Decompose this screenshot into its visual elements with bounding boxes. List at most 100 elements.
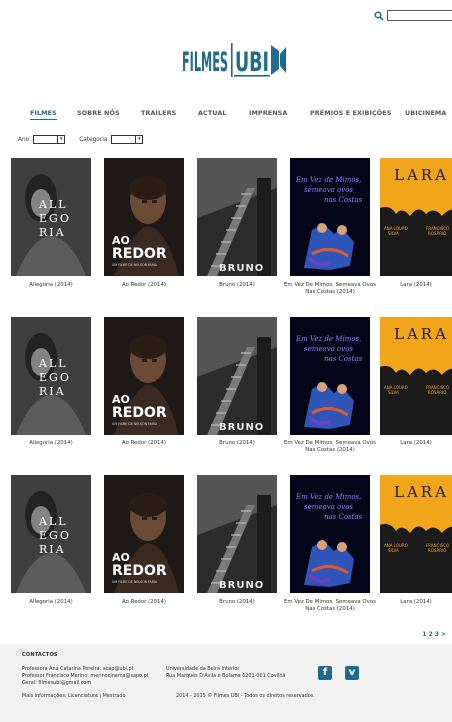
poster-text: RIA <box>39 226 66 239</box>
poster-text: UM FILME DE NELSON FARIA <box>112 263 158 267</box>
nav-item-premios[interactable]: PRÉMIOS E EXIBIÇÕES <box>310 109 391 117</box>
film-title[interactable]: Ao Redor (2014) <box>96 282 192 289</box>
poster-text: SILVA <box>388 390 399 395</box>
poster-text: UM FILME DE NELSON FARIA <box>112 422 158 426</box>
film-title[interactable]: Allegoria (2014) <box>3 440 99 447</box>
pagination: 1 2 3 > <box>422 631 446 638</box>
year-select[interactable]: ▾ <box>33 135 66 144</box>
contact-line-1[interactable]: Professora Ana Catarina Pereira: acap@ub… <box>22 666 134 672</box>
nav-item-sobre-nos[interactable]: SOBRE NÓS <box>77 109 120 117</box>
poster-text: ALL <box>38 515 68 528</box>
nav-item-imprensa[interactable]: IMPRENSA <box>249 109 287 117</box>
film-poster[interactable]: BRUNO <box>197 475 277 593</box>
poster-text: REDOR <box>112 246 167 262</box>
poster-text: nas Costas <box>324 355 363 363</box>
filmes-ubi-logo[interactable]: FILMES UBI <box>182 42 286 78</box>
film-title[interactable]: Lara (2014) <box>368 599 452 606</box>
film-title[interactable]: Allegoria (2014) <box>3 282 99 289</box>
film-title[interactable]: Allegoria (2014) <box>3 599 99 606</box>
film-poster[interactable]: BRUNO <box>197 317 277 435</box>
poster-text: BRUNO <box>219 422 264 433</box>
poster-text: EGO <box>39 371 71 384</box>
poster-text: semeava ovos <box>304 503 353 511</box>
facebook-icon[interactable]: f <box>318 666 332 680</box>
filters-bar: Ano ▾ Categoria ▾ <box>18 135 157 144</box>
poster-text: nas Costas <box>324 513 363 521</box>
film-title[interactable]: Ao Redor (2014) <box>96 440 192 447</box>
search-input[interactable] <box>387 10 452 21</box>
film-poster[interactable]: LARA ANA LOURO FRANCISCO SILVA ROSÁRIO <box>380 317 452 435</box>
film-poster[interactable]: BRUNO <box>197 158 277 276</box>
year-filter-label: Ano <box>18 136 30 143</box>
more-info-links[interactable]: Mais informações: Licenciatura | Mestrad… <box>22 693 125 699</box>
university-name: Universidade da Beira Interior <box>166 666 240 672</box>
chevron-down-icon: ▾ <box>135 136 142 143</box>
category-select[interactable]: ▾ <box>111 135 144 144</box>
search-bar <box>374 10 452 21</box>
logo-text-left: FILMES <box>182 47 228 78</box>
contact-line-3[interactable]: Geral: filmesubi@gmail.com <box>22 680 91 686</box>
film-poster[interactable]: ALL EGO RIA <box>11 317 91 435</box>
page-3-link[interactable]: 3 <box>435 631 439 638</box>
page-2-link[interactable]: 2 <box>429 631 433 638</box>
film-poster[interactable]: Em Vez de Mimos, semeava ovos nas Costas <box>290 158 370 276</box>
poster-text: SILVA <box>388 548 399 553</box>
film-title[interactable]: Lara (2014) <box>368 282 452 289</box>
film-poster[interactable]: ALL EGO RIA <box>11 158 91 276</box>
film-poster[interactable]: LARA ANA LOURO FRANCISCO SILVA ROSÁRIO <box>380 158 452 276</box>
chevron-down-icon: ▾ <box>57 136 64 143</box>
poster-text: LARA <box>394 325 449 343</box>
poster-text: nas Costas <box>324 196 363 204</box>
poster-text: ROSÁRIO <box>428 231 446 236</box>
page-1-link[interactable]: 1 <box>422 631 426 638</box>
poster-text: REDOR <box>112 405 167 421</box>
footer: CONTACTOS Professora Ana Catarina Pereir… <box>0 644 452 722</box>
poster-text: Em Vez de Mimos, <box>295 176 361 184</box>
main-navigation: FILMES SOBRE NÓS TRAILERS ACTUAL IMPRENS… <box>0 109 452 121</box>
film-title[interactable]: Em Vez De Mimos, Semeava Ovos Nas Costas… <box>282 282 378 297</box>
vimeo-icon[interactable]: v <box>345 666 359 680</box>
poster-text: ROSÁRIO <box>428 548 446 553</box>
film-poster[interactable]: ALL EGO RIA <box>11 475 91 593</box>
film-poster[interactable]: AO REDOR UM FILME DE NELSON FARIA <box>104 158 184 276</box>
poster-text: BRUNO <box>219 580 264 591</box>
film-title[interactable]: Ao Redor (2014) <box>96 599 192 606</box>
poster-text: REDOR <box>112 563 167 579</box>
poster-text: RIA <box>39 385 66 398</box>
film-poster[interactable]: AO REDOR UM FILME DE NELSON FARIA <box>104 475 184 593</box>
poster-text: Em Vez de Mimos, <box>295 335 361 343</box>
university-address: Rua Marquês D'Ávila e Bolama 6201-001 Co… <box>166 673 286 679</box>
film-title[interactable]: Lara (2014) <box>368 440 452 447</box>
nav-item-trailers[interactable]: TRAILERS <box>141 109 176 117</box>
nav-item-ubicinema[interactable]: UBICINEMA <box>405 109 446 117</box>
film-poster[interactable]: AO REDOR UM FILME DE NELSON FARIA <box>104 317 184 435</box>
search-icon[interactable] <box>374 10 384 21</box>
film-poster[interactable]: LARA ANA LOURO FRANCISCO SILVA ROSÁRIO <box>380 475 452 593</box>
poster-text: semeava ovos <box>304 345 353 353</box>
film-title[interactable]: Bruno (2014) <box>189 599 285 606</box>
contacts-title: CONTACTOS <box>22 652 58 658</box>
contact-line-2[interactable]: Professor Francisco Merino: merinocinema… <box>22 673 149 679</box>
film-poster[interactable]: Em Vez de Mimos, semeava ovos nas Costas <box>290 317 370 435</box>
logo-text-right: UBI <box>235 47 269 78</box>
next-page-link[interactable]: > <box>441 631 446 638</box>
poster-text: Em Vez de Mimos, <box>295 493 361 501</box>
poster-text: ROSÁRIO <box>428 390 446 395</box>
poster-text: ALL <box>38 357 68 370</box>
film-poster[interactable]: Em Vez de Mimos, semeava ovos nas Costas <box>290 475 370 593</box>
poster-text: ALL <box>38 198 68 211</box>
film-title[interactable]: Bruno (2014) <box>189 282 285 289</box>
copyright-text: 2014 - 2015 © Filmes UBI - Todos os dire… <box>176 693 315 699</box>
poster-text: semeava ovos <box>304 186 353 194</box>
poster-text: EGO <box>39 529 71 542</box>
film-title[interactable]: Em Vez De Mimos, Semeava Ovos Nas Costas… <box>282 440 378 455</box>
film-title[interactable]: Bruno (2014) <box>189 440 285 447</box>
poster-text: BRUNO <box>219 263 264 274</box>
nav-item-actual[interactable]: ACTUAL <box>198 109 227 117</box>
film-title[interactable]: Em Vez De Mimos, Semeava Ovos Nas Costas… <box>282 599 378 614</box>
nav-item-filmes[interactable]: FILMES <box>30 109 57 120</box>
poster-text: EGO <box>39 212 71 225</box>
poster-text: SILVA <box>388 231 399 236</box>
poster-text: RIA <box>39 543 66 556</box>
poster-text: UM FILME DE NELSON FARIA <box>112 580 158 584</box>
